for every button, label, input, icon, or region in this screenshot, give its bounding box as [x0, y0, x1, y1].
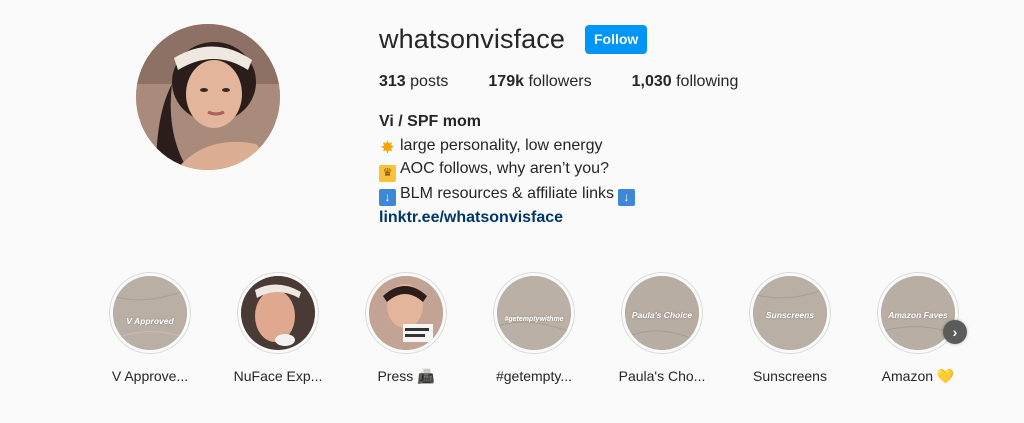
username: whatsonvisface: [379, 23, 565, 54]
highlight-getempty[interactable]: #getemptywithme #getempty...: [484, 272, 584, 384]
stat-followers[interactable]: 179k followers: [488, 73, 591, 91]
posts-count: 313: [379, 73, 406, 90]
highlight-ring: #getemptywithme: [493, 272, 575, 354]
profile-bio: Vi / SPF mom ✸ large personality, low ene…: [379, 110, 979, 230]
bio-line-2: ♛ AOC follows, why aren’t you?: [379, 157, 979, 182]
profile-info: whatsonvisface Follow 313 posts 179k fol…: [379, 24, 979, 230]
profile-stats: 313 posts 179k followers 1,030 following: [379, 73, 979, 91]
following-label: following: [676, 73, 739, 90]
highlight-ring: Amazon Faves: [877, 272, 959, 354]
story-highlights: V Approved V Approve... NuFace Exp... Pr…: [100, 272, 980, 392]
crown-icon: ♛: [379, 165, 396, 182]
highlight-sunscreens[interactable]: Sunscreens Sunscreens: [740, 272, 840, 384]
bio-line-3-text: BLM resources & affiliate links: [400, 185, 615, 202]
highlight-label: Paula's Cho...: [618, 368, 706, 384]
profile-avatar[interactable]: [136, 24, 280, 170]
stat-posts: 313 posts: [379, 73, 448, 91]
bio-link[interactable]: linktr.ee/whatsonvisface: [379, 209, 563, 226]
highlight-cover: Paula's Choice: [625, 276, 699, 350]
highlight-cover: V Approved: [113, 276, 187, 350]
highlight-nuface[interactable]: NuFace Exp...: [228, 272, 328, 384]
following-count: 1,030: [631, 73, 672, 90]
collision-spark-icon: ✸: [380, 137, 395, 157]
highlight-ring: V Approved: [109, 272, 191, 354]
posts-label: posts: [410, 73, 449, 90]
followers-label: followers: [528, 73, 592, 90]
highlight-label: V Approve...: [111, 368, 189, 384]
highlight-label: Amazon 💛: [881, 368, 955, 384]
highlight-cover-text: Paula's Choice: [631, 310, 693, 320]
down-arrow-icon: ↓: [379, 189, 396, 206]
highlight-cover-text: V Approved: [126, 316, 174, 326]
highlight-press[interactable]: Press 📠: [356, 272, 456, 385]
highlight-cover: #getemptywithme: [497, 276, 571, 350]
highlight-cover-text: Amazon Faves: [888, 310, 948, 320]
highlight-label: NuFace Exp...: [233, 368, 323, 384]
highlight-label: Press 📠: [377, 368, 435, 384]
bio-line-1-text: large personality, low energy: [400, 136, 603, 154]
highlight-paulas-choice[interactable]: Paula's Choice Paula's Cho...: [612, 272, 712, 384]
highlight-cover: Sunscreens: [753, 276, 827, 350]
followers-count: 179k: [488, 73, 524, 90]
stat-following[interactable]: 1,030 following: [632, 73, 739, 91]
bio-line-1: ✸ large personality, low energy: [379, 134, 979, 158]
full-name: Vi / SPF mom: [379, 113, 481, 130]
profile-header: whatsonvisface Follow: [379, 24, 979, 54]
bio-line-3: ↓ BLM resources & affiliate links ↓: [379, 182, 979, 206]
highlight-cover-text: Sunscreens: [765, 310, 815, 320]
highlight-ring: [365, 272, 447, 354]
highlight-cover: [241, 276, 315, 350]
bio-line-2-text: AOC follows, why aren’t you?: [400, 160, 609, 177]
chevron-right-icon[interactable]: ›: [943, 320, 967, 344]
highlight-ring: Sunscreens: [749, 272, 831, 354]
down-arrow-icon: ↓: [618, 189, 636, 206]
follow-button[interactable]: Follow: [585, 24, 648, 54]
highlight-v-approved[interactable]: V Approved V Approve...: [100, 272, 200, 384]
highlight-cover: Amazon Faves: [881, 276, 955, 350]
highlight-label: #getempty...: [495, 368, 572, 384]
highlight-cover-text: #getemptywithme: [504, 316, 564, 323]
avatar-image: [136, 24, 280, 170]
highlight-label: Sunscreens: [753, 368, 827, 384]
highlight-ring: [237, 272, 319, 354]
highlight-cover: [369, 276, 443, 350]
highlight-ring: Paula's Choice: [621, 272, 703, 354]
